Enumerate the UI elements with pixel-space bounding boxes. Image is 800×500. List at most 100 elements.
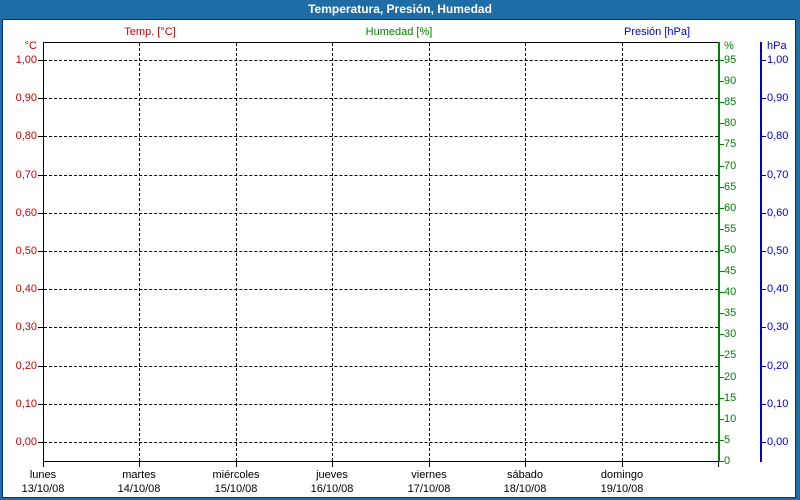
pressure-axis-tick-label: 1,00 bbox=[767, 54, 789, 66]
temperature-axis-tick-label: 0,00 bbox=[15, 436, 37, 448]
h-gridline bbox=[44, 175, 718, 176]
humidity-axis-tick-label: 50 bbox=[724, 244, 737, 256]
x-axis-tick bbox=[332, 462, 333, 467]
v-gridline bbox=[236, 43, 237, 461]
legend-label-humidity: Humedad [%] bbox=[365, 26, 433, 38]
pressure-axis-tick bbox=[762, 213, 766, 214]
temperature-axis-tick-label: 0,70 bbox=[15, 169, 37, 181]
pressure-axis-tick-label: 0,60 bbox=[767, 207, 789, 219]
temperature-axis-tick-label: 0,80 bbox=[15, 130, 37, 142]
x-axis-tick bbox=[525, 462, 526, 467]
x-axis-tick bbox=[236, 462, 237, 467]
h-gridline bbox=[44, 366, 718, 367]
humidity-axis-tick-label: 55 bbox=[724, 223, 737, 235]
pressure-axis-tick-label: 0,40 bbox=[767, 283, 789, 295]
v-gridline bbox=[525, 43, 526, 461]
pressure-axis-tick bbox=[762, 404, 766, 405]
humidity-axis-tick-label: 45 bbox=[724, 265, 737, 277]
humidity-axis-tick-label: 35 bbox=[724, 307, 737, 319]
x-axis-weekday-label: viernes bbox=[411, 469, 447, 481]
h-gridline bbox=[44, 327, 718, 328]
pressure-axis-tick bbox=[762, 60, 766, 61]
h-gridline bbox=[44, 289, 718, 290]
x-axis-date-label: 14/10/08 bbox=[117, 483, 161, 495]
h-gridline bbox=[44, 136, 718, 137]
pressure-axis-tick-label: 0,20 bbox=[767, 360, 789, 372]
humidity-axis-tick-label: 90 bbox=[724, 75, 737, 87]
x-axis-weekday-label: lunes bbox=[29, 469, 57, 481]
pressure-axis-tick bbox=[762, 442, 766, 443]
pressure-axis-tick bbox=[762, 98, 766, 99]
x-axis-tick bbox=[43, 462, 44, 467]
humidity-axis-tick-label: 25 bbox=[724, 349, 737, 361]
v-gridline bbox=[332, 43, 333, 461]
h-gridline bbox=[44, 213, 718, 214]
pressure-axis-tick-label: 0,10 bbox=[767, 398, 789, 410]
pressure-axis-tick-label: 0,70 bbox=[767, 169, 789, 181]
x-axis-date-label: 18/10/08 bbox=[503, 483, 547, 495]
humidity-axis-tick-label: 80 bbox=[724, 117, 737, 129]
humidity-axis-tick-label: 5 bbox=[724, 434, 731, 446]
x-axis-weekday-label: sábado bbox=[506, 469, 544, 481]
humidity-axis-tick-label: 15 bbox=[724, 392, 737, 404]
humidity-axis-tick-label: 10 bbox=[724, 413, 737, 425]
temperature-axis-tick-label: 1,00 bbox=[15, 54, 37, 66]
legend-label-pressure: Presión [hPa] bbox=[623, 26, 691, 38]
humidity-axis-tick-label: 85 bbox=[724, 96, 737, 108]
pressure-axis-tick-label: 0,50 bbox=[767, 245, 789, 257]
pressure-axis-line bbox=[760, 42, 762, 462]
humidity-axis-unit-label: % bbox=[724, 40, 734, 52]
x-axis-tick bbox=[139, 462, 140, 467]
x-axis-date-label: 19/10/08 bbox=[600, 483, 644, 495]
humidity-axis-tick-label: 95 bbox=[724, 54, 737, 66]
x-axis-date-label: 16/10/08 bbox=[310, 483, 354, 495]
pressure-axis-tick bbox=[762, 251, 766, 252]
humidity-axis-tick-label: 70 bbox=[724, 160, 737, 172]
pressure-axis-tick bbox=[762, 327, 766, 328]
humidity-axis-tick-label: 20 bbox=[724, 371, 737, 383]
pressure-axis-tick-label: 0,90 bbox=[767, 92, 789, 104]
temperature-axis-tick-label: 0,60 bbox=[15, 207, 37, 219]
pressure-axis-tick-label: 0,00 bbox=[767, 436, 789, 448]
humidity-axis-line bbox=[718, 42, 720, 462]
temperature-axis-tick-label: 0,90 bbox=[15, 92, 37, 104]
humidity-axis-tick-label: 0 bbox=[724, 455, 731, 467]
pressure-axis-tick bbox=[762, 289, 766, 290]
pressure-axis-tick-label: 0,80 bbox=[767, 130, 789, 142]
humidity-axis-tick-label: 40 bbox=[724, 286, 737, 298]
legend-label-temperature: Temp. [°C] bbox=[124, 26, 176, 38]
h-gridline bbox=[44, 404, 718, 405]
v-gridline bbox=[429, 43, 430, 461]
x-axis-weekday-label: jueves bbox=[316, 469, 348, 481]
v-gridline bbox=[622, 43, 623, 461]
chart-plot-area: Temp. [°C] Humedad [%] Presión [hPa] 1,0… bbox=[0, 0, 800, 500]
pressure-axis-tick bbox=[762, 366, 766, 367]
temperature-axis-unit-label: °C bbox=[24, 40, 37, 52]
humidity-axis-tick-label: 75 bbox=[724, 138, 737, 150]
h-gridline bbox=[44, 60, 718, 61]
temperature-axis-tick-label: 0,50 bbox=[15, 245, 37, 257]
x-axis-date-label: 15/10/08 bbox=[214, 483, 258, 495]
h-gridline bbox=[44, 98, 718, 99]
humidity-axis-tick-label: 60 bbox=[724, 202, 737, 214]
x-axis-tick bbox=[622, 462, 623, 467]
plot-border-left bbox=[43, 42, 44, 462]
x-axis-date-label: 13/10/08 bbox=[21, 483, 65, 495]
temperature-axis-tick-label: 0,10 bbox=[15, 398, 37, 410]
temperature-axis-tick-label: 0,30 bbox=[15, 321, 37, 333]
pressure-axis-unit-label: hPa bbox=[767, 40, 787, 52]
pressure-axis-tick bbox=[762, 136, 766, 137]
x-axis-weekday-label: miércoles bbox=[212, 469, 260, 481]
h-gridline bbox=[44, 251, 718, 252]
h-gridline bbox=[44, 442, 718, 443]
x-axis-tick bbox=[718, 462, 719, 467]
humidity-axis-tick-label: 65 bbox=[724, 181, 737, 193]
x-axis-weekday-label: martes bbox=[122, 469, 156, 481]
x-axis-tick bbox=[429, 462, 430, 467]
humidity-axis-tick-label: 30 bbox=[724, 328, 737, 340]
x-axis-weekday-label: domingo bbox=[600, 469, 644, 481]
plot-border-top bbox=[43, 42, 719, 43]
temperature-axis-tick-label: 0,40 bbox=[15, 283, 37, 295]
v-gridline bbox=[139, 43, 140, 461]
x-axis-date-label: 17/10/08 bbox=[407, 483, 451, 495]
